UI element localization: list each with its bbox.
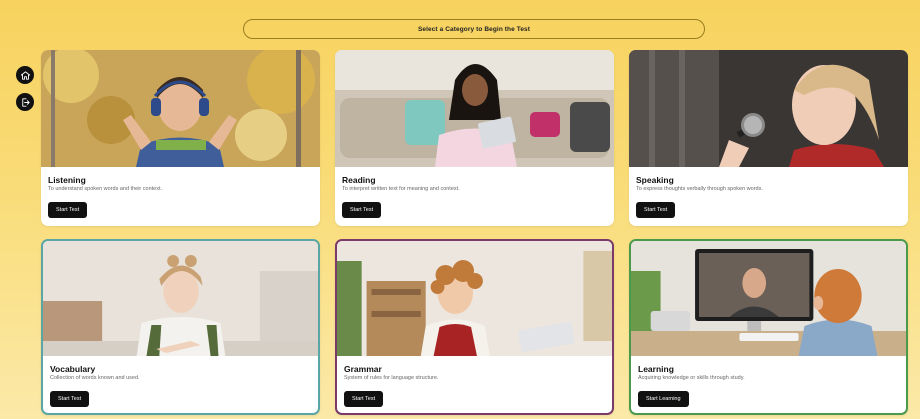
category-grid: Listening To understand spoken words and… xyxy=(41,50,909,415)
start-test-button-grammar[interactable]: Start Test xyxy=(344,391,384,407)
category-card-grammar[interactable]: Grammar System of rules for language str… xyxy=(335,239,614,415)
category-description: To interpret written text for meaning an… xyxy=(342,186,460,192)
vocabulary-photo xyxy=(43,241,318,356)
category-prompt-text: Select a Category to Begin the Test xyxy=(417,25,531,33)
category-card-speaking[interactable]: Speaking To express thoughts verbally th… xyxy=(629,50,908,226)
home-button[interactable] xyxy=(16,66,34,84)
category-card-reading[interactable]: Reading To interpret written text for me… xyxy=(335,50,614,226)
start-test-button-vocabulary[interactable]: Start Test xyxy=(50,391,90,407)
start-test-button-reading[interactable]: Start Test xyxy=(342,202,382,218)
category-card-vocabulary[interactable]: Vocabulary Collection of words known and… xyxy=(41,239,320,415)
category-prompt-banner: Select a Category to Begin the Test xyxy=(243,19,705,39)
category-description: Collection of words known and used. xyxy=(50,375,140,381)
start-test-button-listening[interactable]: Start Test xyxy=(48,202,88,218)
category-title: Listening xyxy=(48,175,86,185)
logout-icon xyxy=(21,97,30,107)
start-test-button-speaking[interactable]: Start Test xyxy=(636,202,676,218)
category-description: To express thoughts verbally through spo… xyxy=(636,186,763,192)
reading-photo xyxy=(335,50,614,167)
category-description: System of rules for language structure. xyxy=(344,375,439,381)
category-description: Acquiring knowledge or skills through st… xyxy=(638,375,745,381)
category-description: To understand spoken words and their con… xyxy=(48,186,163,192)
learning-photo xyxy=(631,241,906,356)
grammar-photo xyxy=(337,241,612,356)
category-title: Learning xyxy=(638,364,674,374)
speaking-photo xyxy=(629,50,908,167)
start-learning-button[interactable]: Start Learning xyxy=(638,391,689,407)
category-card-listening[interactable]: Listening To understand spoken words and… xyxy=(41,50,320,226)
listening-photo xyxy=(41,50,320,167)
category-card-learning[interactable]: Learning Acquiring knowledge or skills t… xyxy=(629,239,908,415)
category-title: Grammar xyxy=(344,364,382,374)
category-title: Vocabulary xyxy=(50,364,96,374)
home-icon xyxy=(20,70,30,80)
logout-button[interactable] xyxy=(16,93,34,111)
category-title: Speaking xyxy=(636,175,674,185)
category-title: Reading xyxy=(342,175,376,185)
